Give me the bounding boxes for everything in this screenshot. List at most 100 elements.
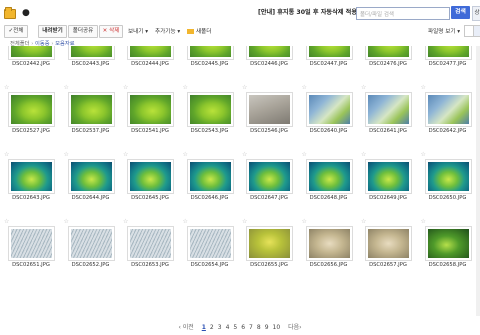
- thumbnail-image[interactable]: [427, 229, 469, 258]
- file-name[interactable]: DSC02541.JPG: [122, 128, 178, 134]
- share-folder-button[interactable]: 폴더공유: [68, 25, 98, 38]
- file-name[interactable]: DSC02642.JPG: [420, 128, 476, 134]
- pin-icon[interactable]: ●: [22, 8, 30, 18]
- file-name[interactable]: DSC02442.JPG: [3, 61, 59, 67]
- thumbnail-image[interactable]: [189, 95, 231, 124]
- search-input[interactable]: 폴더/파일 검색: [356, 7, 450, 20]
- thumbnail-frame[interactable]: [305, 46, 353, 60]
- file-name[interactable]: DSC02477.JPG: [420, 61, 476, 67]
- file-item[interactable]: ☆ DSC02656.JPG: [301, 219, 357, 275]
- new-folder-button[interactable]: 새폴더: [187, 27, 211, 35]
- thumbnail-frame[interactable]: [127, 92, 174, 127]
- thumbnail-frame[interactable]: [8, 92, 55, 127]
- page-link[interactable]: 3: [218, 324, 222, 331]
- favorite-star-icon[interactable]: ☆: [421, 152, 426, 158]
- favorite-star-icon[interactable]: ☆: [64, 219, 69, 225]
- file-item[interactable]: ☆ DSC02543.JPG: [182, 85, 238, 141]
- select-all-button[interactable]: ✓전체: [4, 25, 28, 38]
- file-item[interactable]: ☆ DSC02647.JPG: [241, 152, 297, 208]
- thumbnail-image[interactable]: [249, 229, 290, 258]
- file-name[interactable]: DSC02527.JPG: [3, 128, 59, 134]
- favorite-star-icon[interactable]: ☆: [242, 85, 247, 91]
- file-item[interactable]: ☆DSC02445.JPG: [182, 46, 238, 74]
- file-item[interactable]: ☆ DSC02546.JPG: [241, 85, 297, 141]
- favorite-star-icon[interactable]: ☆: [421, 219, 426, 225]
- favorite-star-icon[interactable]: ☆: [302, 85, 307, 91]
- favorite-star-icon[interactable]: ☆: [302, 152, 307, 158]
- thumbnail-frame[interactable]: [424, 226, 472, 261]
- page-link[interactable]: 5: [233, 324, 237, 331]
- search-button[interactable]: 검색: [451, 6, 470, 19]
- thumbnail-image[interactable]: [70, 162, 112, 191]
- file-name[interactable]: DSC02645.JPG: [122, 195, 178, 201]
- file-item[interactable]: ☆ DSC02640.JPG: [301, 85, 357, 141]
- thumbnail-image[interactable]: [368, 162, 409, 191]
- file-name[interactable]: DSC02646.JPG: [182, 195, 238, 201]
- next-page-link[interactable]: 다음›: [288, 324, 301, 331]
- folder-logo-icon[interactable]: [4, 7, 16, 19]
- favorite-star-icon[interactable]: ☆: [123, 152, 128, 158]
- file-item[interactable]: ☆ DSC02642.JPG: [420, 85, 476, 141]
- extra-menu-button[interactable]: 상: [472, 6, 480, 21]
- file-item[interactable]: ☆ DSC02652.JPG: [63, 219, 119, 275]
- file-item[interactable]: ☆ DSC02537.JPG: [63, 85, 119, 141]
- file-name[interactable]: DSC02644.JPG: [63, 195, 119, 201]
- page-link[interactable]: 7: [249, 324, 253, 331]
- favorite-star-icon[interactable]: ☆: [361, 219, 366, 225]
- thumbnail-image[interactable]: [130, 46, 171, 57]
- favorite-star-icon[interactable]: ☆: [421, 85, 426, 91]
- page-link[interactable]: 4: [226, 324, 230, 331]
- thumbnail-image[interactable]: [249, 162, 290, 191]
- file-name[interactable]: DSC02650.JPG: [420, 195, 476, 201]
- thumbnail-image[interactable]: [70, 229, 112, 258]
- thumbnail-frame[interactable]: [127, 226, 174, 261]
- thumbnail-frame[interactable]: [424, 159, 472, 194]
- favorite-star-icon[interactable]: ☆: [361, 85, 366, 91]
- favorite-star-icon[interactable]: ☆: [183, 219, 188, 225]
- thumbnail-frame[interactable]: [127, 159, 174, 194]
- file-name[interactable]: DSC02652.JPG: [63, 262, 119, 268]
- thumbnail-image[interactable]: [308, 229, 350, 258]
- file-name[interactable]: DSC02651.JPG: [3, 262, 59, 268]
- thumbnail-frame[interactable]: [67, 46, 115, 60]
- thumbnail-image[interactable]: [11, 95, 52, 124]
- file-name[interactable]: DSC02447.JPG: [301, 61, 357, 67]
- file-name[interactable]: DSC02658.JPG: [420, 262, 476, 268]
- thumbnail-frame[interactable]: [67, 159, 115, 194]
- thumbnail-frame[interactable]: [186, 92, 234, 127]
- file-item[interactable]: ☆DSC02447.JPG: [301, 46, 357, 74]
- file-name[interactable]: DSC02476.JPG: [360, 61, 416, 67]
- thumbnail-image[interactable]: [189, 162, 231, 191]
- thumbnail-image[interactable]: [249, 95, 290, 124]
- file-item[interactable]: ☆DSC02477.JPG: [420, 46, 476, 74]
- favorite-star-icon[interactable]: ☆: [242, 219, 247, 225]
- thumbnail-image[interactable]: [368, 229, 409, 258]
- prev-page-link[interactable]: ‹ 이전: [178, 324, 193, 331]
- file-item[interactable]: ☆DSC02442.JPG: [3, 46, 59, 74]
- thumbnail-frame[interactable]: [67, 226, 115, 261]
- file-name[interactable]: DSC02643.JPG: [3, 195, 59, 201]
- file-name[interactable]: DSC02641.JPG: [360, 128, 416, 134]
- thumbnail-image[interactable]: [11, 162, 52, 191]
- thumbnail-image[interactable]: [308, 95, 350, 124]
- thumbnail-frame[interactable]: [365, 159, 412, 194]
- file-item[interactable]: ☆DSC02446.JPG: [241, 46, 297, 74]
- scrollbar[interactable]: [476, 46, 480, 316]
- favorite-star-icon[interactable]: ☆: [4, 85, 9, 91]
- thumbnail-image[interactable]: [130, 162, 171, 191]
- add-feature-menu[interactable]: 추가기능 ▾: [155, 27, 180, 35]
- thumbnail-frame[interactable]: [365, 92, 412, 127]
- file-name[interactable]: DSC02640.JPG: [301, 128, 357, 134]
- thumbnail-frame[interactable]: [246, 92, 293, 127]
- thumbnail-image[interactable]: [427, 162, 469, 191]
- page-link[interactable]: 2: [210, 324, 214, 331]
- file-name[interactable]: DSC02657.JPG: [360, 262, 416, 268]
- thumbnail-image[interactable]: [70, 95, 112, 124]
- favorite-star-icon[interactable]: ☆: [183, 85, 188, 91]
- file-item[interactable]: ☆ DSC02654.JPG: [182, 219, 238, 275]
- file-item[interactable]: ☆ DSC02646.JPG: [182, 152, 238, 208]
- thumbnail-frame[interactable]: [8, 46, 55, 60]
- page-link[interactable]: 8: [257, 324, 261, 331]
- file-item[interactable]: ☆ DSC02650.JPG: [420, 152, 476, 208]
- file-item[interactable]: ☆ DSC02644.JPG: [63, 152, 119, 208]
